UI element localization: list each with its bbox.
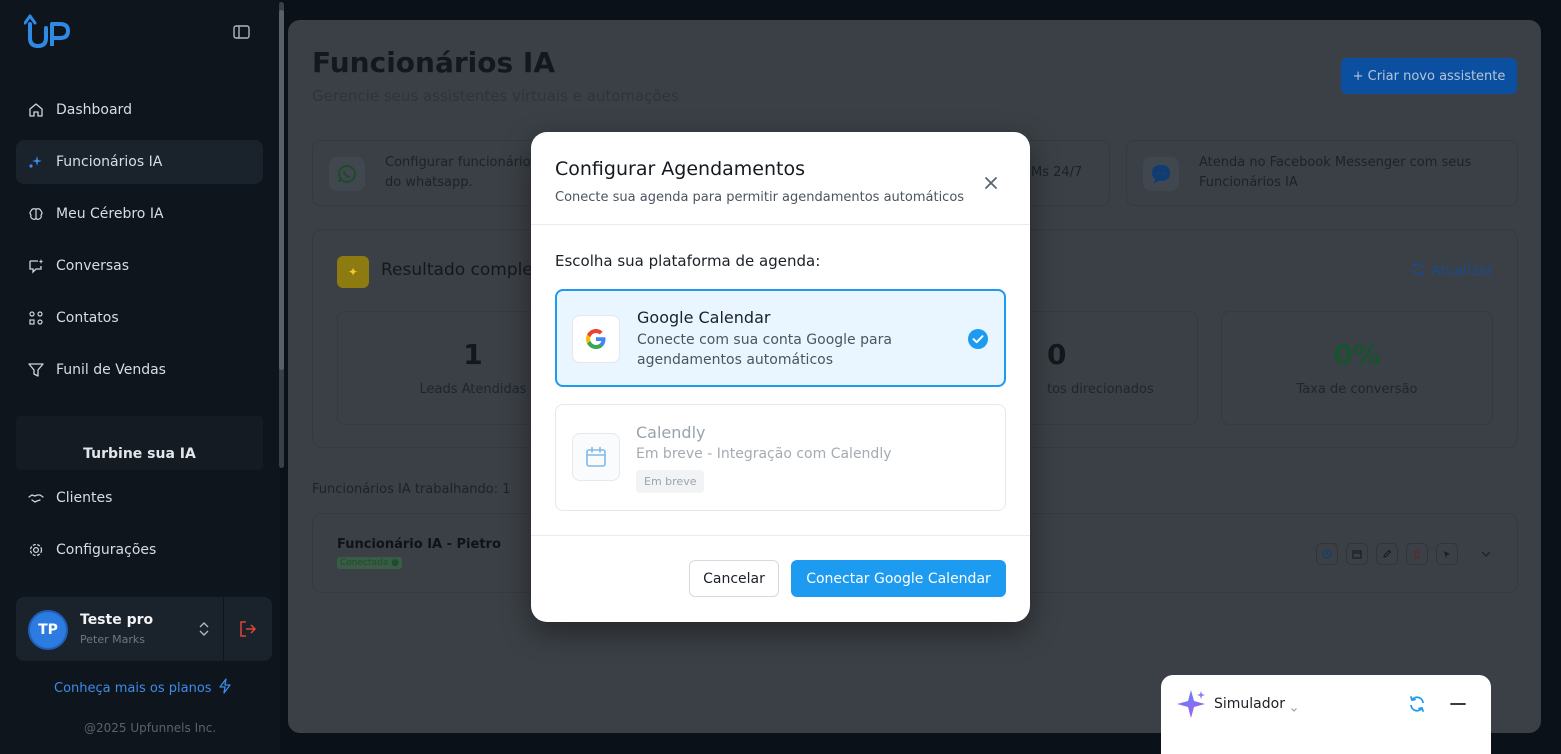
user-subtitle: Peter Marks	[80, 633, 145, 646]
sidebar-item-dashboard[interactable]: Dashboard	[16, 88, 263, 132]
upfunnels-logo[interactable]	[23, 14, 76, 50]
choose-platform-label: Escolha sua plataforma de agenda:	[555, 252, 821, 270]
working-count-label: Funcionários IA trabalhando: 1	[312, 482, 511, 497]
option-description: Conecte com sua conta Google para agenda…	[637, 332, 892, 368]
sidebar-item-configuracoes[interactable]: Configurações	[16, 528, 263, 572]
messenger-icon	[1143, 157, 1179, 191]
sidebar-item-label: Meu Cérebro IA	[56, 206, 164, 222]
option-title: Calendly	[636, 423, 706, 442]
refresh-label: Atualizar	[1431, 263, 1493, 279]
chevron-up-down-icon[interactable]	[196, 619, 212, 639]
clock-icon[interactable]	[1316, 543, 1338, 565]
simulator-widget[interactable]: Simulador	[1161, 675, 1491, 754]
trash-icon[interactable]	[1406, 543, 1428, 565]
calendar-icon[interactable]	[1346, 543, 1368, 565]
modal-title: Configurar Agendamentos	[555, 158, 806, 180]
sidebar-item-label: Contatos	[56, 310, 119, 326]
agent-name: Funcionário IA - Pietro	[337, 537, 501, 552]
minimize-icon[interactable]	[1449, 695, 1467, 713]
sidebar-toggle-icon[interactable]	[233, 24, 251, 40]
funnel-icon	[28, 362, 44, 378]
feature-card-messenger[interactable]: Atenda no Facebook Messenger com seus Fun…	[1126, 140, 1518, 206]
configure-scheduling-modal: Configurar Agendamentos Conecte sua agen…	[531, 132, 1030, 622]
simulator-label: Simulador	[1214, 696, 1285, 712]
user-card[interactable]: TP Teste pro Peter Marks	[16, 597, 272, 661]
check-circle-icon	[968, 329, 988, 349]
refresh-button[interactable]: Atualizar	[1411, 262, 1493, 280]
sidebar-item-label: Funcionários IA	[56, 154, 163, 170]
refresh-icon	[1411, 262, 1425, 280]
refresh-icon[interactable]	[1408, 695, 1426, 713]
status-badge: Conectada ●	[337, 557, 402, 569]
stat-label: Taxa de conversão	[1296, 382, 1418, 397]
edit-icon[interactable]	[1376, 543, 1398, 565]
option-calendly: Calendly Em breve - Integração com Calen…	[555, 404, 1006, 511]
sidebar-item-label: Dashboard	[56, 102, 132, 118]
plans-link-label: Conheça mais os planos	[54, 680, 212, 696]
modal-subtitle: Conecte sua agenda para permitir agendam…	[555, 190, 965, 205]
sidebar-item-label: Configurações	[56, 542, 157, 558]
modal-divider	[531, 535, 1030, 536]
connect-google-calendar-button[interactable]: Conectar Google Calendar	[791, 560, 1006, 597]
sidebar-item-conversas[interactable]: Conversas	[16, 244, 263, 288]
sidebar-item-label: Conversas	[56, 258, 130, 274]
handshake-icon	[28, 490, 44, 506]
sidebar-item-funil-de-vendas[interactable]: Funil de Vendas	[16, 348, 263, 392]
logout-icon[interactable]	[238, 619, 258, 639]
page-subtitle: Gerencie seus assistentes virtuais e aut…	[312, 87, 679, 105]
results-title: Resultado complet	[381, 260, 540, 280]
sidebar-item-label: Funil de Vendas	[56, 362, 166, 378]
stat-card-conversion: 0% Taxa de conversão	[1221, 311, 1493, 425]
close-icon[interactable]	[982, 174, 1000, 192]
sidebar-item-contatos[interactable]: Contatos	[16, 296, 263, 340]
lightning-icon	[218, 678, 232, 698]
home-icon	[28, 102, 44, 118]
promo-turbine-card[interactable]: Turbine sua IA	[16, 416, 263, 470]
calendar-icon	[572, 433, 620, 481]
feature-text: Configurar funcionário Ido whatsapp.	[385, 155, 539, 190]
sidebar-nav: Dashboard Funcionários IA Meu Cérebro IA…	[16, 88, 263, 400]
user-card-divider	[223, 597, 224, 661]
sidebar-item-funcionarios-ia[interactable]: Funcionários IA	[16, 140, 263, 184]
sidebar-nav-secondary: Clientes Configurações	[16, 476, 263, 580]
chevron-down-icon[interactable]	[1289, 700, 1299, 712]
feature-text: Atenda no Facebook Messenger com seus Fun…	[1199, 155, 1472, 190]
plans-link[interactable]: Conheça mais os planos	[54, 678, 232, 698]
modal-divider	[531, 224, 1030, 225]
stat-value: 0	[1047, 338, 1067, 371]
chat-icon	[28, 258, 44, 274]
whatsapp-icon	[329, 157, 365, 191]
sparkles-icon	[28, 154, 44, 170]
sparkle-icon: ✦	[337, 256, 369, 288]
google-logo-icon	[572, 315, 620, 363]
copyright: @2025 Upfunnels Inc.	[84, 721, 217, 735]
stat-value: 0%	[1333, 338, 1381, 371]
coming-soon-badge: Em breve	[636, 470, 705, 493]
stat-label: tos direcionados	[1047, 382, 1154, 397]
option-google-calendar[interactable]: Google Calendar Conecte com sua conta Go…	[555, 289, 1006, 387]
sidebar-item-label: Clientes	[56, 490, 113, 506]
gear-icon	[28, 542, 44, 558]
page-title: Funcionários IA	[312, 46, 556, 79]
agent-actions	[1316, 543, 1458, 565]
avatar: TP	[28, 610, 68, 650]
sidebar-item-meu-cerebro-ia[interactable]: Meu Cérebro IA	[16, 192, 263, 236]
feature-text: Ms 24/7	[1031, 165, 1083, 180]
contacts-icon	[28, 310, 44, 326]
cancel-button[interactable]: Cancelar	[689, 560, 779, 597]
brain-icon	[28, 206, 44, 222]
sidebar-scrollbar-thumb[interactable]	[279, 10, 284, 370]
user-name: Teste pro	[80, 612, 154, 628]
sidebar-item-clientes[interactable]: Clientes	[16, 476, 263, 520]
option-title: Google Calendar	[637, 308, 771, 327]
cursor-icon[interactable]	[1436, 543, 1458, 565]
sidebar: Dashboard Funcionários IA Meu Cérebro IA…	[0, 0, 280, 754]
option-description: Em breve - Integração com Calendly	[636, 446, 892, 462]
chevron-down-icon[interactable]	[1479, 546, 1493, 560]
promo-turbine-label: Turbine sua IA	[83, 446, 196, 462]
sparkle-star-icon	[1176, 689, 1206, 719]
create-assistant-button[interactable]: + Criar novo assistente	[1341, 58, 1517, 94]
